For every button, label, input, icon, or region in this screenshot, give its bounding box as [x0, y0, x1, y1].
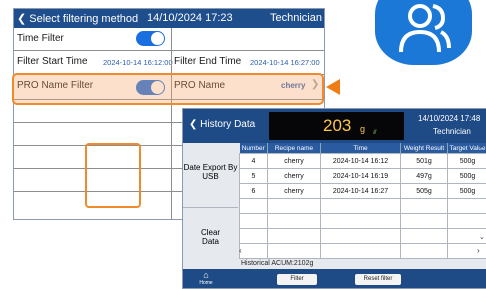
- weight-value: 203: [323, 116, 351, 136]
- home-button[interactable]: ⌂ Home: [195, 270, 217, 288]
- history-datetime: 14/10/2024 17:48: [418, 114, 480, 123]
- table-row: [240, 244, 486, 259]
- end-time-value[interactable]: 2024-10-14 16:27:00: [250, 58, 320, 67]
- history-table: Number Recipe name Time Weight Result Ta…: [239, 143, 486, 259]
- table-row: [240, 199, 486, 214]
- column-header: Number: [240, 143, 268, 154]
- export-label: Date Export By USB: [183, 163, 238, 181]
- history-panel: ❮ History Data 203 g ⫻ 14/10/2024 17:48 …: [182, 108, 486, 289]
- table-row[interactable]: 4 cherry 2024-10-14 16:12 501g 500g: [240, 154, 486, 169]
- home-label: Home: [195, 280, 217, 286]
- cell-target: 500g: [448, 184, 486, 199]
- users-icon: [375, 0, 472, 65]
- history-role: Technician: [433, 127, 471, 136]
- export-usb-button[interactable]: Date Export By USB: [183, 143, 238, 208]
- table-row: [240, 214, 486, 229]
- start-time-label: Filter Start Time: [17, 56, 88, 67]
- cell-time: 2024-10-14 16:19: [321, 169, 401, 184]
- table-header-row: Number Recipe name Time Weight Result Ta…: [240, 143, 486, 154]
- recipe-column-highlight: [85, 143, 141, 208]
- scroll-left-icon[interactable]: ‹: [239, 246, 242, 255]
- cell-number: 6: [240, 184, 268, 199]
- time-range-row: Filter Start Time 2024-10-14 16:12:00 Fi…: [14, 51, 324, 75]
- stable-icon: ⫻: [373, 130, 377, 137]
- filter-button[interactable]: Filter: [277, 274, 317, 285]
- scroll-up-icon[interactable]: ⌃: [479, 145, 485, 153]
- acum-total: Historical ACUM:2102g: [241, 260, 313, 267]
- column-divider: [171, 28, 172, 219]
- clear-label: Clear Data: [193, 228, 228, 246]
- cell-weight: 505g: [401, 184, 448, 199]
- header-role: Technician: [270, 12, 322, 24]
- history-back-button[interactable]: ❮ History Data: [189, 119, 255, 130]
- scroll-down-icon[interactable]: ⌄: [479, 233, 485, 241]
- scroll-right-icon[interactable]: ›: [477, 246, 480, 255]
- pointer-arrow-icon: [326, 79, 340, 95]
- header-datetime: 14/10/2024 17:23: [147, 12, 233, 24]
- back-button[interactable]: ❮ Select filtering method: [17, 12, 138, 25]
- cell-recipe: cherry: [268, 154, 321, 169]
- cell-recipe: cherry: [268, 169, 321, 184]
- history-footer: ⌂ Home Filter Reset filter: [183, 269, 486, 288]
- cell-target: 500g: [448, 154, 486, 169]
- cell-target: 500g: [448, 169, 486, 184]
- history-header: ❮ History Data 203 g ⫻ 14/10/2024 17:48 …: [183, 109, 486, 143]
- action-column: Date Export By USB Clear Data: [183, 143, 238, 269]
- cell-weight: 501g: [401, 154, 448, 169]
- weight-display: 203 g ⫻: [269, 112, 404, 140]
- home-icon: ⌂: [195, 270, 217, 280]
- back-label: Select filtering method: [29, 13, 138, 25]
- start-time-value[interactable]: 2024-10-14 16:12:00: [103, 58, 173, 67]
- cell-time: 2024-10-14 16:12: [321, 154, 401, 169]
- time-filter-row: Time Filter: [14, 28, 324, 51]
- time-filter-toggle[interactable]: [136, 31, 165, 46]
- table-row: [240, 229, 486, 244]
- column-header: Weight Result: [401, 143, 448, 154]
- cell-number: 4: [240, 154, 268, 169]
- table-row[interactable]: 6 cherry 2024-10-14 16:27 505g 500g: [240, 184, 486, 199]
- end-time-label: Filter End Time: [174, 56, 241, 67]
- time-filter-label: Time Filter: [17, 33, 64, 44]
- history-back-label: History Data: [200, 119, 255, 130]
- chevron-left-icon: ❮: [189, 119, 197, 130]
- column-header: Time: [321, 143, 401, 154]
- toggle-knob: [151, 32, 164, 45]
- cell-weight: 497g: [401, 169, 448, 184]
- cell-recipe: cherry: [268, 184, 321, 199]
- table-row[interactable]: 5 cherry 2024-10-14 16:19 497g 500g: [240, 169, 486, 184]
- reset-filter-button[interactable]: Reset filter: [355, 274, 401, 285]
- column-header: Recipe name: [268, 143, 321, 154]
- users-badge: [375, 0, 472, 65]
- clear-data-button[interactable]: Clear Data: [183, 208, 238, 269]
- pro-name-highlight: [12, 73, 324, 105]
- filter-header: ❮ Select filtering method 14/10/2024 17:…: [14, 9, 324, 28]
- weight-unit: g: [360, 124, 365, 134]
- cell-time: 2024-10-14 16:27: [321, 184, 401, 199]
- chevron-left-icon: ❮: [17, 13, 26, 25]
- cell-number: 5: [240, 169, 268, 184]
